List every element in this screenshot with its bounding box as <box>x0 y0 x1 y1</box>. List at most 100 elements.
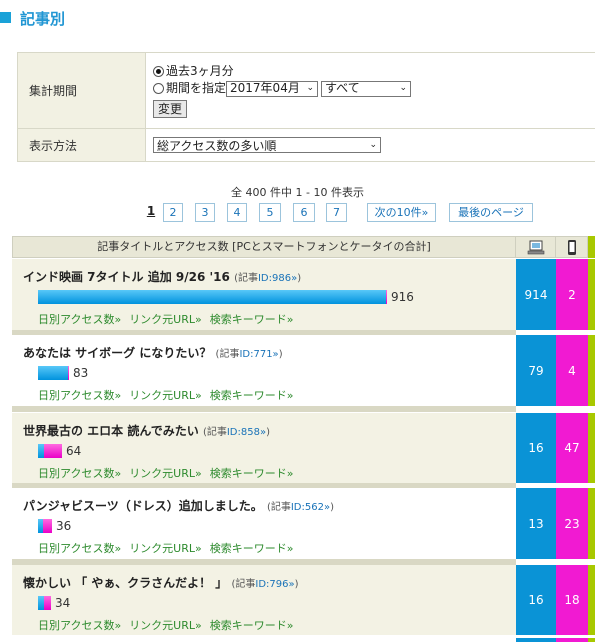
smartphone-bar-segment <box>386 290 387 304</box>
article-id-prefix: (記事 <box>231 579 256 590</box>
search-keyword-link[interactable]: 検索キーワード» <box>210 313 294 326</box>
order-select-value: 総アクセス数の多い順 <box>157 138 277 153</box>
month-select[interactable]: 2017年04月 ⌄ <box>226 80 319 97</box>
smartphone-count: 2 <box>556 259 588 330</box>
mobile-count-cell <box>588 413 595 483</box>
article-row-partial <box>12 638 595 642</box>
ranking-header: 記事タイトルとアクセス数 [PCとスマートフォンとケータイの合計] <box>12 236 595 258</box>
radio-specify-label: 期間を指定 <box>166 81 227 95</box>
radio-recent-row[interactable]: 過去3ヶ月分 <box>153 63 595 80</box>
radio-recent-label: 過去3ヶ月分 <box>166 64 234 78</box>
search-keyword-link[interactable]: 検索キーワード» <box>210 542 294 555</box>
referrer-url-link[interactable]: リンク元URL» <box>129 542 202 555</box>
order-select[interactable]: 総アクセス数の多い順 ⌄ <box>153 137 381 153</box>
result-summary: 全 400 件中 1 - 10 件表示 <box>231 186 364 199</box>
smartphone-count: 23 <box>556 488 588 559</box>
total-access-count: 83 <box>73 366 89 380</box>
next-page-button[interactable]: 次の10件» <box>367 203 436 222</box>
smartphone-bar-segment <box>44 596 51 610</box>
page-title: 記事別 <box>20 10 66 28</box>
access-bar-wrap: 64 <box>38 444 81 458</box>
article-title[interactable]: パンジャビスーツ（ドレス）追加しました。 (記事ID:562») <box>23 497 334 514</box>
referrer-url-link[interactable]: リンク元URL» <box>129 313 202 326</box>
radio-recent[interactable] <box>153 66 164 77</box>
article-id-suffix: ) <box>294 579 299 590</box>
article-row: 世界最古の エロ本 読んでみたい (記事ID:858») 64 日別アクセス数» リン… <box>12 413 595 483</box>
pc-bar-segment <box>38 366 68 380</box>
article-links: 日別アクセス数» リンク元URL» 検索キーワード» <box>38 617 301 633</box>
page-link[interactable]: 6 <box>293 203 315 222</box>
article-links: 日別アクセス数» リンク元URL» 検索キーワード» <box>38 540 301 556</box>
total-access-count: 34 <box>55 596 71 610</box>
article-title[interactable]: 世界最古の エロ本 読んでみたい (記事ID:858») <box>23 422 270 439</box>
daily-access-link[interactable]: 日別アクセス数» <box>38 619 121 632</box>
page-link[interactable]: 4 <box>227 203 247 222</box>
mobile-count-cell <box>588 488 595 559</box>
referrer-url-link[interactable]: リンク元URL» <box>129 389 202 402</box>
smartphone-bar-segment <box>68 366 69 380</box>
page-link[interactable]: 7 <box>326 203 347 222</box>
article-title-text[interactable]: 世界最古の エロ本 読んでみたい <box>23 424 199 438</box>
page-link[interactable]: 3 <box>195 203 215 222</box>
radio-specify[interactable] <box>153 83 164 94</box>
access-bar <box>38 444 62 458</box>
access-bar <box>38 596 51 610</box>
article-id-prefix: (記事 <box>215 349 240 360</box>
smartphone-count: 4 <box>556 335 588 406</box>
daily-access-link[interactable]: 日別アクセス数» <box>38 467 121 480</box>
article-id-link[interactable]: ID:771» <box>239 349 278 360</box>
daily-access-link[interactable]: 日別アクセス数» <box>38 542 121 555</box>
smartphone-column-header <box>556 236 588 258</box>
article-title-text[interactable]: あなたは サイボーグ になりたい？ <box>23 346 211 360</box>
article-title[interactable]: あなたは サイボーグ になりたい？ (記事ID:771») <box>23 344 283 361</box>
article-row: 懐かしい 「 やぁ、クラさんだよ！ 」 (記事ID:796») 34 日別アクセス数… <box>12 565 595 635</box>
article-title-text[interactable]: 懐かしい 「 やぁ、クラさんだよ！ 」 <box>23 576 227 590</box>
scope-select[interactable]: すべて ⌄ <box>321 80 412 97</box>
pc-count: 914 <box>516 259 556 330</box>
article-id-suffix: ) <box>330 502 334 513</box>
search-keyword-link[interactable]: 検索キーワード» <box>210 467 294 480</box>
article-title[interactable]: 懐かしい 「 やぁ、クラさんだよ！ 」 (記事ID:796») <box>23 574 299 591</box>
total-access-count: 36 <box>56 519 72 533</box>
search-keyword-link[interactable]: 検索キーワード» <box>210 389 294 402</box>
scope-select-value: すべて <box>325 81 360 95</box>
chevron-down-icon: ⌄ <box>369 140 377 150</box>
referrer-url-link[interactable]: リンク元URL» <box>129 619 202 632</box>
article-main-cell: 懐かしい 「 やぁ、クラさんだよ！ 」 (記事ID:796») 34 日別アクセス数… <box>12 565 516 635</box>
article-main-cell: パンジャビスーツ（ドレス）追加しました。 (記事ID:562») 36 日別アクセス… <box>12 488 516 559</box>
article-title[interactable]: インド映画 7タイトル 追加 9/26 '16 (記事ID:986») <box>23 268 301 285</box>
article-links: 日別アクセス数» リンク元URL» 検索キーワード» <box>38 465 301 481</box>
change-button[interactable]: 変更 <box>153 100 188 118</box>
article-id-link[interactable]: ID:986» <box>258 273 297 284</box>
article-id-link[interactable]: ID:562» <box>291 502 330 513</box>
pc-count: 79 <box>516 335 556 406</box>
search-keyword-link[interactable]: 検索キーワード» <box>210 619 294 632</box>
article-id-prefix: (記事 <box>266 502 291 513</box>
radio-specify-row[interactable]: 期間を指定 2017年04月 ⌄ すべて ⌄ <box>153 80 595 97</box>
article-row: インド映画 7タイトル 追加 9/26 '16 (記事ID:986») 916 日別… <box>12 259 595 330</box>
page-link[interactable]: 2 <box>163 203 183 222</box>
ranking-header-title: 記事タイトルとアクセス数 [PCとスマートフォンとケータイの合計] <box>12 236 516 258</box>
article-title-text[interactable]: パンジャビスーツ（ドレス）追加しました。 <box>23 499 263 513</box>
page-link[interactable]: 5 <box>259 203 281 222</box>
access-bar-wrap: 36 <box>38 519 71 533</box>
smartphone-count: 47 <box>556 413 588 483</box>
smartphone-count-cell <box>556 638 588 642</box>
referrer-url-link[interactable]: リンク元URL» <box>129 467 202 480</box>
access-bar-wrap: 916 <box>38 290 414 304</box>
article-id-link[interactable]: ID:796» <box>255 579 294 590</box>
last-page-button[interactable]: 最後のページ <box>449 203 533 222</box>
article-main-cell: 世界最古の エロ本 読んでみたい (記事ID:858») 64 日別アクセス数» リン… <box>12 413 516 483</box>
article-title-text[interactable]: インド映画 7タイトル 追加 9/26 '16 <box>23 270 230 284</box>
header-square-icon <box>0 12 11 23</box>
total-access-count: 916 <box>391 290 414 304</box>
daily-access-link[interactable]: 日別アクセス数» <box>38 389 121 402</box>
chevron-down-icon: ⌄ <box>399 83 408 93</box>
article-id-suffix: ) <box>266 427 270 438</box>
article-id: (記事ID:986») <box>234 273 301 284</box>
pc-bar-segment <box>38 290 386 304</box>
article-main-cell: あなたは サイボーグ になりたい？ (記事ID:771») 83 日別アクセス数» リ… <box>12 335 516 406</box>
daily-access-link[interactable]: 日別アクセス数» <box>38 313 121 326</box>
access-bar <box>38 290 387 304</box>
article-id-link[interactable]: ID:858» <box>227 427 266 438</box>
